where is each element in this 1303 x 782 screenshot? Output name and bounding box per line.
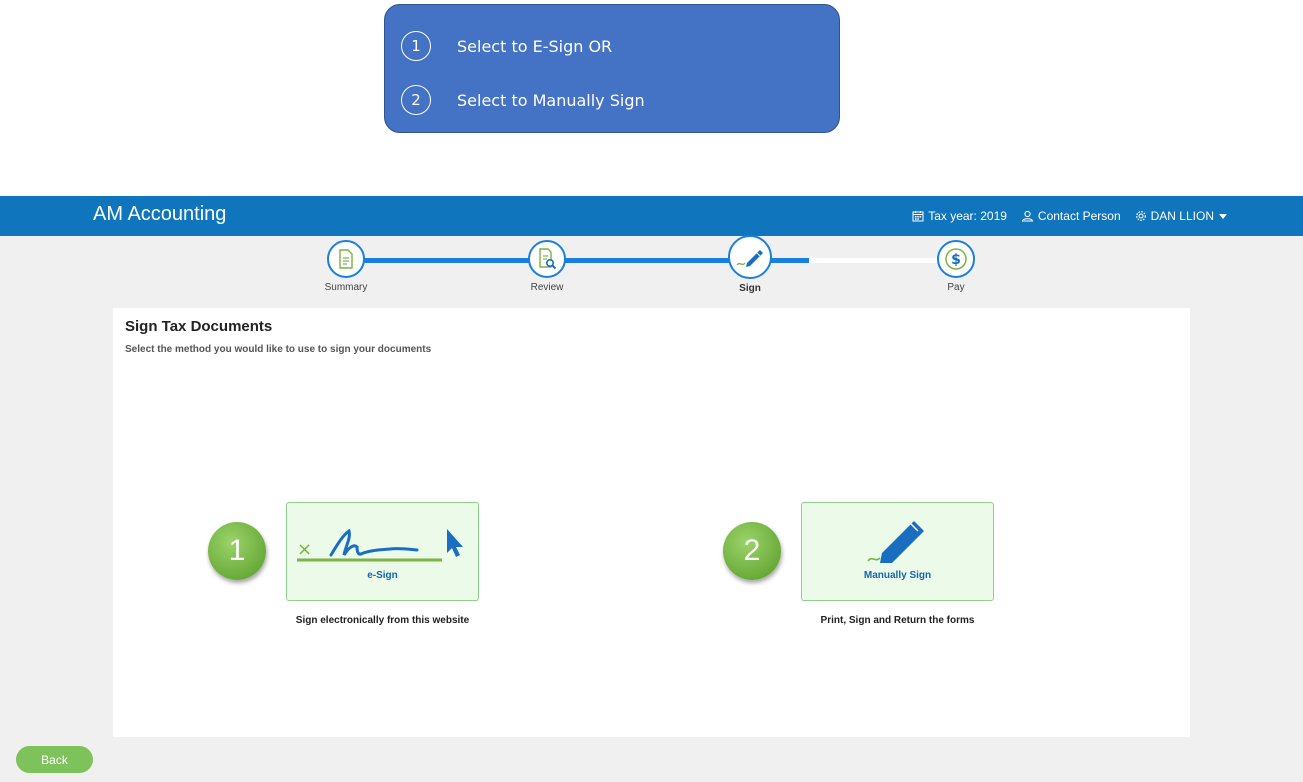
callout-number: 2	[401, 85, 431, 115]
step-label: Sign	[739, 283, 761, 294]
top-nav: Tax year: 2019 Contact Person DAN LLION	[898, 209, 1232, 223]
esign-label: e-Sign	[367, 570, 398, 581]
top-bar: AM Accounting Tax year: 2019 Contact Per…	[0, 196, 1303, 236]
step-pay[interactable]: $ Pay	[911, 240, 1001, 293]
manual-sign-label: Manually Sign	[863, 570, 932, 581]
sign-documents-panel: Sign Tax Documents Select the method you…	[113, 308, 1190, 737]
user-name: DAN LLION	[1150, 209, 1214, 223]
document-search-icon	[528, 240, 566, 278]
page-subtitle: Select the method you would like to use …	[125, 344, 432, 355]
esign-option-button[interactable]: × e-Sign	[286, 502, 479, 601]
step-label: Review	[530, 282, 564, 293]
back-button[interactable]: Back	[16, 746, 93, 773]
calendar-icon	[912, 211, 924, 222]
step-review[interactable]: Review	[502, 240, 592, 293]
page-title: Sign Tax Documents	[125, 318, 273, 335]
tax-year-selector[interactable]: Tax year: 2019	[912, 209, 1007, 223]
dollar-icon: $	[937, 240, 975, 278]
gear-icon	[1135, 211, 1146, 221]
option-number-badge: 1	[208, 522, 266, 580]
callout-text: Select to Manually Sign	[457, 90, 645, 110]
caret-down-icon	[1219, 214, 1227, 219]
person-icon	[1021, 210, 1034, 222]
step-label: Pay	[947, 282, 965, 293]
pen-icon	[867, 520, 924, 563]
brand-title: AM Accounting	[93, 203, 227, 225]
manual-sign-option-button[interactable]: Manually Sign	[801, 502, 994, 601]
app-window: AM Accounting Tax year: 2019 Contact Per…	[0, 196, 1303, 782]
esign-description: Sign electronically from this website	[295, 615, 470, 626]
contact-person-link[interactable]: Contact Person	[1021, 209, 1121, 223]
option-number-badge: 2	[723, 522, 781, 580]
pen-icon	[728, 235, 772, 279]
callout-number: 1	[401, 31, 431, 61]
step-sign[interactable]: Sign	[705, 235, 795, 294]
step-summary[interactable]: Summary	[301, 240, 391, 293]
signature-cursor-icon: ×	[297, 528, 463, 562]
document-icon	[327, 240, 365, 278]
svg-text:$: $	[951, 252, 961, 268]
manual-sign-description: Print, Sign and Return the forms	[820, 615, 975, 626]
contact-label: Contact Person	[1037, 209, 1121, 223]
callout-item-2: 2 Select to Manually Sign	[401, 85, 645, 115]
svg-text:×: ×	[297, 539, 312, 560]
step-label: Summary	[324, 282, 368, 293]
tax-year-label: Tax year: 2019	[928, 209, 1007, 223]
user-menu[interactable]: DAN LLION	[1135, 209, 1232, 223]
callout-item-1: 1 Select to E-Sign OR	[401, 31, 612, 61]
progress-steps: Summary Review Sign $ Pay	[0, 235, 1303, 304]
instruction-callout: 1 Select to E-Sign OR 2 Select to Manual…	[384, 4, 840, 133]
callout-text: Select to E-Sign OR	[457, 36, 613, 56]
